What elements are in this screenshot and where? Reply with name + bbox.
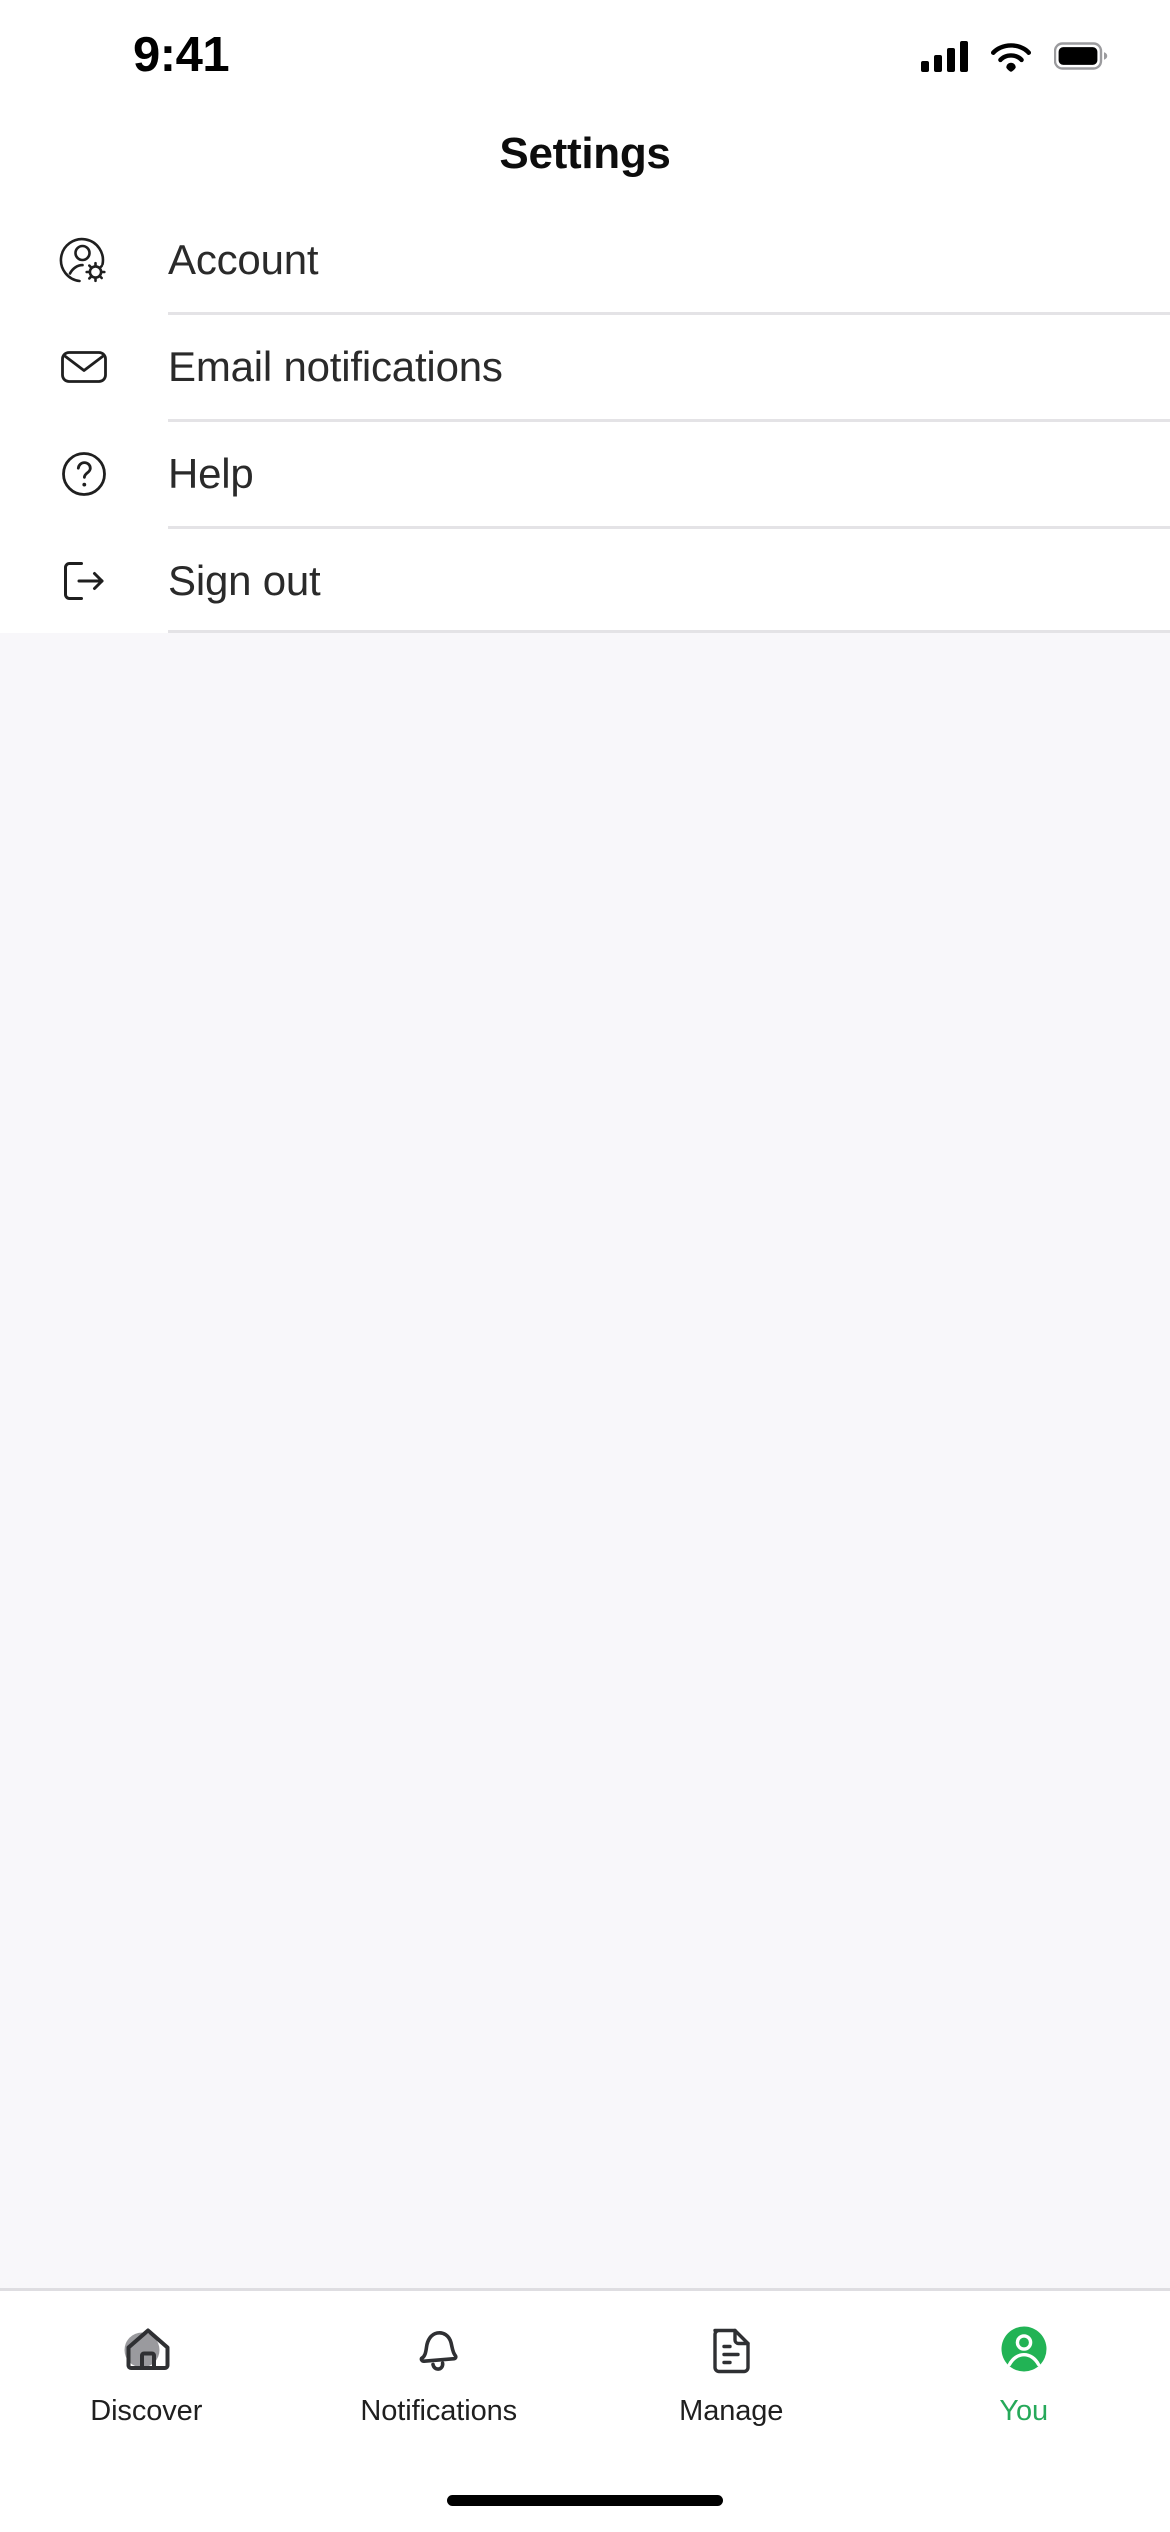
person-avatar-icon [991, 2317, 1057, 2381]
sign-out-icon [54, 551, 114, 611]
page-title: Settings [499, 129, 671, 178]
settings-row-label: Email notifications [168, 343, 503, 390]
status-bar: 9:41 [0, 0, 1170, 100]
empty-content-area [0, 633, 1170, 2288]
settings-row-label: Account [168, 236, 319, 283]
settings-list: Account Email notifications Help Sign ou… [0, 208, 1170, 633]
signal-bars-icon [921, 40, 968, 72]
bottom-tab-bar: Discover Notifications Manage You [0, 2288, 1170, 2468]
settings-row-account[interactable]: Account [0, 208, 1170, 312]
tab-label: Manage [679, 2395, 784, 2427]
tab-manage[interactable]: Manage [585, 2317, 878, 2428]
account-gear-icon [54, 230, 114, 290]
status-bar-time: 9:41 [133, 27, 230, 82]
tab-label: Discover [90, 2395, 203, 2427]
home-icon [113, 2317, 179, 2381]
home-indicator-area [0, 2468, 1170, 2532]
question-circle-icon [54, 444, 114, 504]
tab-label: Notifications [360, 2395, 518, 2427]
settings-row-help[interactable]: Help [0, 422, 1170, 526]
tab-discover[interactable]: Discover [0, 2317, 293, 2428]
document-icon [698, 2317, 764, 2381]
home-indicator[interactable] [447, 2494, 723, 2506]
wifi-icon [990, 40, 1032, 72]
tab-label: You [999, 2395, 1049, 2427]
settings-row-sign-out[interactable]: Sign out [0, 529, 1170, 633]
tab-you[interactable]: You [878, 2317, 1170, 2428]
battery-full-icon [1054, 42, 1108, 70]
status-bar-icons [921, 40, 1108, 72]
phone-screen: 9:41 Settings Account Email notification… [0, 0, 1170, 2532]
envelope-icon [54, 337, 114, 397]
settings-row-label: Sign out [168, 557, 321, 604]
settings-row-label: Help [168, 450, 254, 497]
page-header: Settings [0, 100, 1170, 208]
settings-row-email-notifications[interactable]: Email notifications [0, 315, 1170, 419]
tab-notifications[interactable]: Notifications [293, 2317, 586, 2428]
bell-icon [406, 2317, 472, 2381]
